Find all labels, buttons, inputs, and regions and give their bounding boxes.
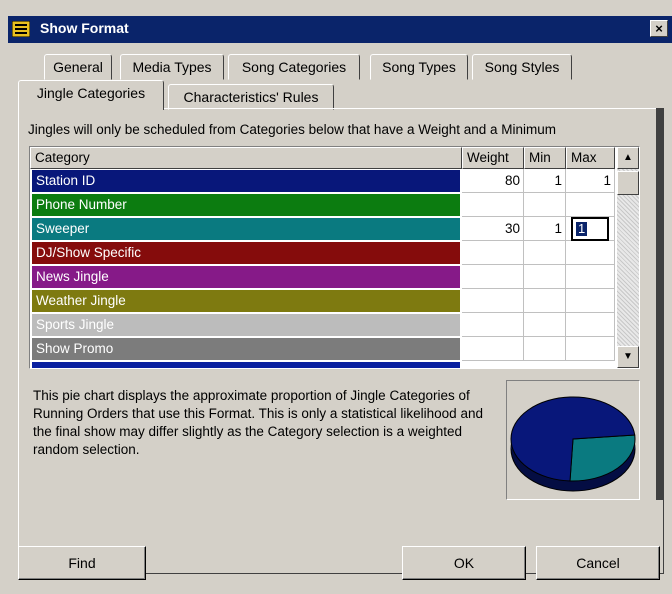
- max-cell[interactable]: [566, 313, 615, 337]
- min-cell[interactable]: [524, 193, 566, 217]
- window-icon: [12, 21, 30, 37]
- max-cell[interactable]: [566, 337, 615, 361]
- cancel-button-label: Cancel: [576, 555, 620, 571]
- tab-song-categories[interactable]: Song Categories: [228, 54, 360, 80]
- max-edit-field[interactable]: 1: [571, 217, 609, 241]
- scroll-down-button[interactable]: ▼: [617, 346, 639, 368]
- vertical-scrollbar[interactable]: ▲ ▼: [617, 147, 639, 368]
- scroll-up-button[interactable]: ▲: [617, 147, 639, 169]
- scroll-thumb[interactable]: [617, 171, 639, 195]
- weight-cell[interactable]: [462, 193, 524, 217]
- show-format-dialog: Show Format × General Media Types Song C…: [0, 0, 672, 594]
- intro-text: Jingles will only be scheduled from Cate…: [28, 122, 557, 137]
- header-min[interactable]: Min: [524, 147, 566, 169]
- tab-media-types[interactable]: Media Types: [120, 54, 224, 80]
- category-cell[interactable]: [32, 362, 460, 368]
- max-cell[interactable]: [566, 265, 615, 289]
- ok-button[interactable]: OK: [402, 546, 526, 580]
- min-cell[interactable]: [524, 337, 566, 361]
- pie-chart-frame: [506, 380, 640, 500]
- table-row[interactable]: Sports Jingle: [30, 313, 620, 337]
- min-cell[interactable]: [524, 313, 566, 337]
- weight-cell[interactable]: [462, 337, 524, 361]
- table-row[interactable]: [30, 361, 620, 368]
- pie-description: This pie chart displays the approximate …: [33, 388, 483, 457]
- close-button[interactable]: ×: [650, 20, 668, 37]
- weight-cell[interactable]: [462, 265, 524, 289]
- category-cell[interactable]: DJ/Show Specific: [32, 242, 460, 264]
- max-cell[interactable]: [566, 241, 615, 265]
- table-row[interactable]: Weather Jingle: [30, 289, 620, 313]
- category-cell[interactable]: Station ID: [32, 170, 460, 192]
- weight-cell[interactable]: 30: [462, 217, 524, 241]
- tab-jingle-categories[interactable]: Jingle Categories: [18, 80, 164, 110]
- cancel-button[interactable]: Cancel: [536, 546, 660, 580]
- header-max[interactable]: Max: [566, 147, 615, 169]
- category-cell[interactable]: Show Promo: [32, 338, 460, 360]
- weight-cell[interactable]: [462, 313, 524, 337]
- tab-general[interactable]: General: [44, 54, 112, 80]
- find-button-label: Find: [68, 555, 96, 571]
- max-cell[interactable]: 1: [566, 169, 615, 193]
- pie-chart: [510, 396, 636, 492]
- table-row[interactable]: Sweeper 30 1: [30, 217, 620, 241]
- pie-slice-sweeper: [569, 434, 636, 482]
- min-cell[interactable]: [524, 289, 566, 313]
- weight-cell[interactable]: [462, 289, 524, 313]
- tab-song-types[interactable]: Song Types: [370, 54, 468, 80]
- max-cell[interactable]: [566, 289, 615, 313]
- max-edit-selected-text: 1: [576, 221, 588, 236]
- table-row[interactable]: DJ/Show Specific: [30, 241, 620, 265]
- window-title: Show Format: [40, 20, 129, 36]
- min-cell[interactable]: [524, 241, 566, 265]
- panel-edge: [656, 108, 664, 500]
- table-row[interactable]: Phone Number: [30, 193, 620, 217]
- title-bar[interactable]: Show Format ×: [8, 16, 672, 43]
- header-weight[interactable]: Weight: [462, 147, 524, 169]
- table-row[interactable]: Show Promo: [30, 337, 620, 361]
- table-row[interactable]: Station ID 80 1 1: [30, 169, 620, 193]
- tab-characteristics-rules[interactable]: Characteristics' Rules: [168, 84, 334, 110]
- jingle-category-grid[interactable]: Category Weight Min Max Station ID 80 1 1 Ph…: [29, 146, 640, 369]
- min-cell[interactable]: 1: [524, 217, 566, 241]
- tab-song-styles[interactable]: Song Styles: [472, 54, 572, 80]
- header-category[interactable]: Category: [30, 147, 462, 169]
- category-cell[interactable]: Phone Number: [32, 194, 460, 216]
- table-row[interactable]: News Jingle: [30, 265, 620, 289]
- min-cell[interactable]: [524, 265, 566, 289]
- weight-cell[interactable]: [462, 241, 524, 265]
- ok-button-label: OK: [453, 555, 475, 571]
- find-button[interactable]: Find: [18, 546, 146, 580]
- min-cell[interactable]: 1: [524, 169, 566, 193]
- max-cell[interactable]: [566, 193, 615, 217]
- weight-cell[interactable]: 80: [462, 169, 524, 193]
- category-cell[interactable]: News Jingle: [32, 266, 460, 288]
- category-cell[interactable]: Sweeper: [32, 218, 460, 240]
- category-cell[interactable]: Sports Jingle: [32, 314, 460, 336]
- category-cell[interactable]: Weather Jingle: [32, 290, 460, 312]
